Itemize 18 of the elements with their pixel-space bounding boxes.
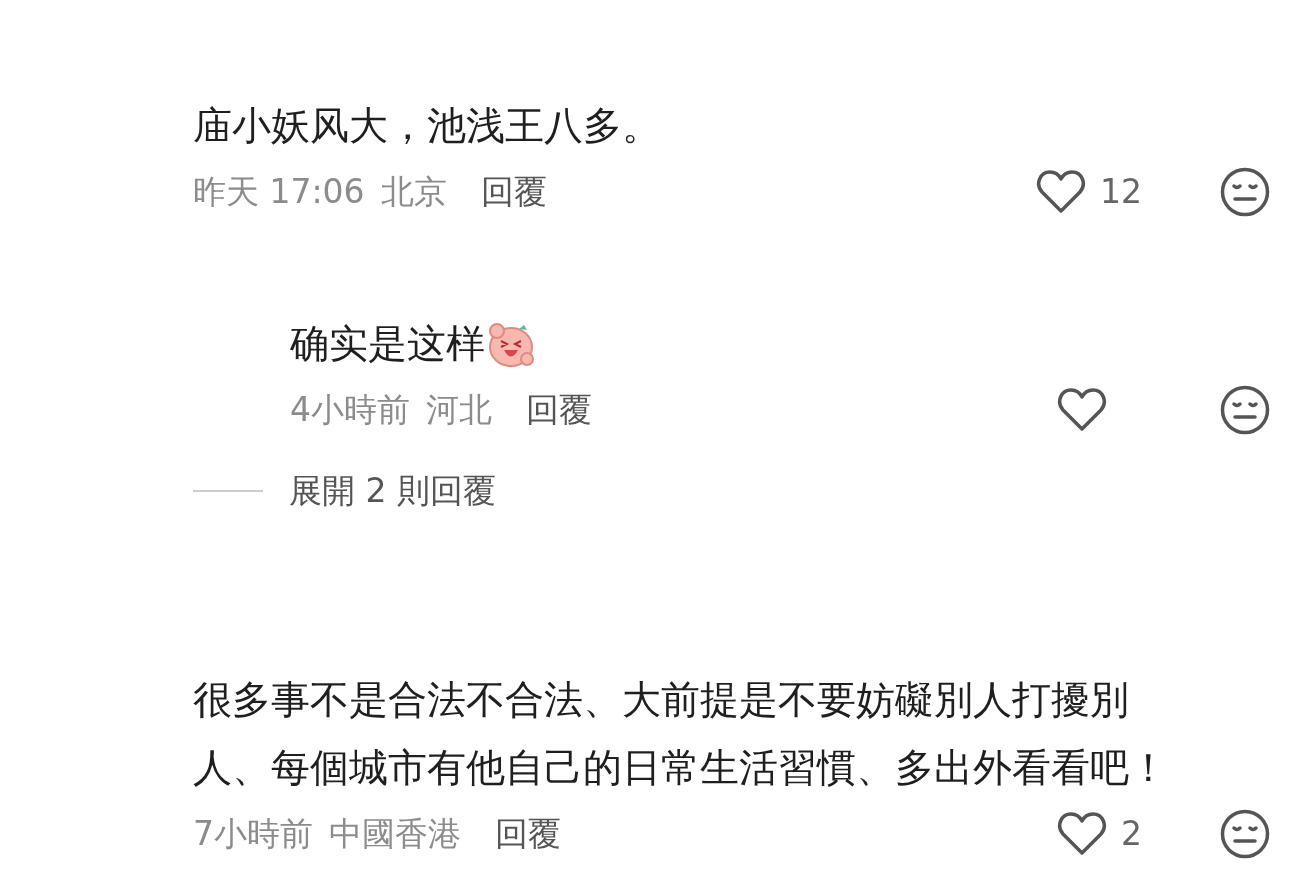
reply-button[interactable]: 回覆 [526, 385, 592, 435]
comment-text: 庙小妖风大，池浅王八多。 [193, 102, 661, 150]
comment-time: 4小時前 [290, 389, 410, 432]
reply-button[interactable]: 回覆 [480, 167, 547, 217]
like-count: 12 [1100, 171, 1142, 214]
dislike-face-icon[interactable] [1220, 385, 1270, 435]
expand-replies-link[interactable]: 展開 2 則回覆 [289, 466, 496, 516]
comment-text: 很多事不是合法不合法、大前提是不要妨礙別人打擾別人、每個城市有他自己的日常生活習慣、多出外看看吧！ [193, 675, 1169, 792]
dislike-face-icon[interactable] [1220, 808, 1270, 859]
comment-time: 7小時前 [193, 812, 313, 855]
reply-button[interactable]: 回覆 [495, 808, 561, 859]
like-count: 2 [1121, 812, 1142, 855]
dislike-face-icon[interactable] [1220, 167, 1270, 217]
reply-text: 确实是这样 [290, 320, 485, 368]
comment-location: 北京 [380, 171, 447, 214]
comment-location: 中國香港 [329, 812, 461, 855]
comment-location: 河北 [426, 389, 492, 432]
comment-time: 昨天 17:06 [193, 171, 365, 214]
